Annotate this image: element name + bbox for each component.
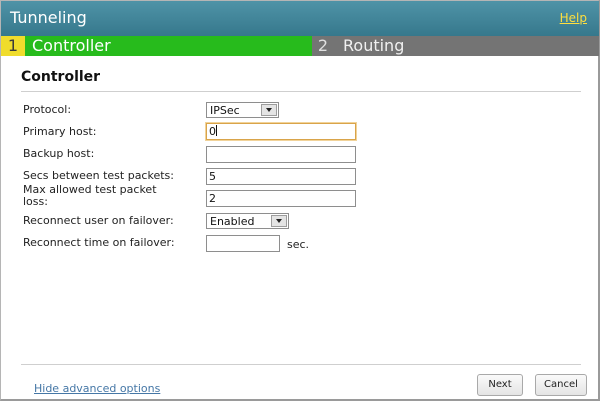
protocol-select[interactable]: IPSec	[206, 102, 279, 118]
wizard-steps: 1 Controller 2 Routing	[1, 36, 599, 56]
footer-divider	[21, 364, 581, 365]
step-number-2: 2	[317, 36, 329, 55]
primary-host-value: 0	[209, 125, 216, 138]
reconnect-time-unit: sec.	[287, 238, 310, 251]
protocol-label: Protocol:	[23, 103, 72, 116]
reconnect-user-select[interactable]: Enabled	[206, 213, 289, 229]
protocol-value: IPSec	[210, 104, 240, 117]
primary-host-input[interactable]: 0	[206, 123, 356, 140]
tunneling-dialog: Tunneling Help 1 Controller 2 Routing Co…	[0, 0, 600, 401]
reconnect-time-label: Reconnect time on failover:	[23, 236, 175, 249]
section-divider	[21, 91, 581, 92]
section-title: Controller	[21, 69, 101, 85]
reconnect-time-input[interactable]	[206, 235, 280, 252]
text-cursor	[216, 125, 217, 136]
primary-host-label: Primary host:	[23, 125, 97, 138]
tab-routing[interactable]: 2 Routing	[312, 36, 599, 56]
reconnect-user-dropdown-button[interactable]	[271, 215, 287, 227]
max-loss-label-line2: loss:	[23, 195, 48, 208]
tab-label-routing: Routing	[343, 36, 405, 55]
max-loss-label: Max allowed test packet loss:	[23, 184, 195, 208]
protocol-dropdown-button[interactable]	[261, 104, 277, 116]
chevron-down-icon	[266, 108, 272, 112]
reconnect-user-label: Reconnect user on failover:	[23, 214, 174, 227]
chevron-down-icon	[276, 219, 282, 223]
step-number-1: 1	[1, 36, 25, 56]
dialog-title: Tunneling	[10, 8, 87, 27]
title-bar: Tunneling Help	[1, 1, 599, 36]
tab-label-controller: Controller	[32, 36, 111, 55]
tab-controller[interactable]: 1 Controller	[1, 36, 312, 56]
help-link[interactable]: Help	[560, 11, 587, 25]
reconnect-user-value: Enabled	[210, 215, 255, 228]
backup-host-input[interactable]	[206, 146, 356, 163]
hide-advanced-options-link[interactable]: Hide advanced options	[34, 382, 160, 395]
cancel-button[interactable]: Cancel	[535, 374, 587, 396]
max-loss-input[interactable]: 2	[206, 190, 356, 207]
next-button[interactable]: Next	[477, 374, 523, 396]
backup-host-label: Backup host:	[23, 147, 95, 160]
secs-between-input[interactable]: 5	[206, 168, 356, 185]
secs-between-label: Secs between test packets:	[23, 169, 174, 182]
